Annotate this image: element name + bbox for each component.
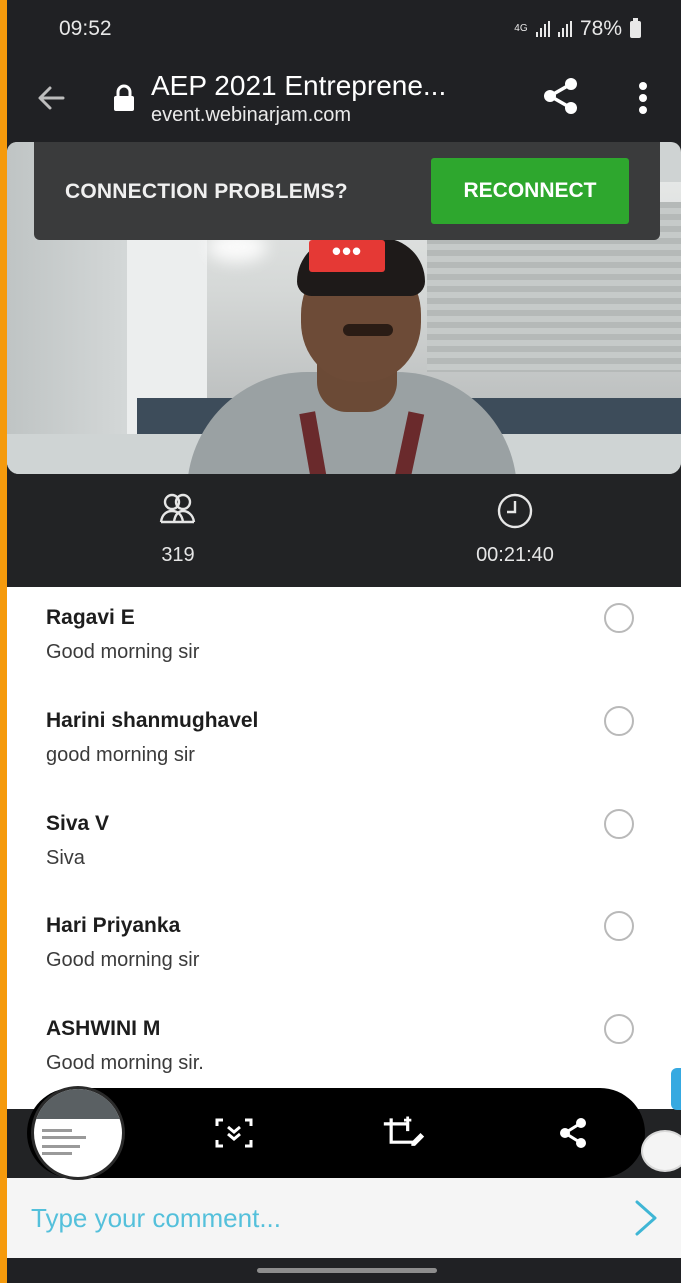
attendees-icon — [159, 493, 196, 524]
edge-panel-handle[interactable] — [671, 1068, 681, 1110]
comment-item: Hari Priyanka Good morning sir — [7, 895, 681, 998]
comment-select-radio[interactable] — [604, 911, 634, 941]
battery-level: 78% — [579, 17, 622, 40]
comment-select-radio[interactable] — [604, 706, 634, 736]
crop-edit-button[interactable] — [382, 1112, 426, 1154]
connection-problems-text: CONNECTION PROBLEMS? — [65, 180, 348, 203]
elapsed-time: 00:21:40 — [445, 492, 585, 567]
comment-author: Ragavi E — [46, 606, 135, 629]
viewer-count: 319 — [108, 492, 248, 567]
scroll-capture-icon — [215, 1118, 253, 1148]
share-icon[interactable] — [541, 76, 581, 116]
comment-text: Siva — [46, 847, 85, 869]
comment-input-bar — [7, 1178, 681, 1258]
comment-author: Siva V — [46, 812, 110, 835]
comment-text: good morning sir — [46, 744, 195, 766]
comment-input[interactable] — [31, 1196, 611, 1240]
screenshot-toolbar — [27, 1086, 645, 1180]
toolbar-share-button[interactable] — [551, 1112, 595, 1154]
comment-list[interactable]: Ragavi E Good morning sir Harini shanmug… — [7, 587, 681, 1109]
screenshot-thumbnail[interactable] — [31, 1086, 125, 1180]
scroll-capture-button[interactable] — [212, 1112, 256, 1154]
page-title[interactable]: AEP 2021 Entreprene... — [151, 70, 446, 102]
comment-item: Ragavi E Good morning sir — [7, 587, 681, 690]
elapsed-time-value: 00:21:40 — [476, 544, 554, 566]
comment-author: ASHWINI M — [46, 1017, 161, 1040]
comment-select-radio[interactable] — [604, 1014, 634, 1044]
browser-url-bar: AEP 2021 Entreprene... event.webinarjam.… — [7, 58, 681, 142]
signal-icon-2 — [557, 21, 572, 37]
viewer-count-value: 319 — [161, 544, 195, 566]
clock-icon — [497, 493, 533, 529]
battery-icon — [630, 17, 641, 38]
comment-text: Good morning sir. — [46, 1052, 204, 1074]
comment-select-radio[interactable] — [604, 603, 634, 633]
comment-item: Harini shanmughavel good morning sir — [7, 690, 681, 793]
network-type: 4G — [514, 23, 528, 34]
comment-text: Good morning sir — [46, 949, 200, 971]
comment-select-radio[interactable] — [604, 809, 634, 839]
status-indicators: 4G 78% — [514, 17, 641, 41]
send-icon[interactable] — [627, 1198, 663, 1238]
more-vert-icon[interactable] — [631, 78, 655, 118]
share-icon — [560, 1118, 586, 1148]
status-time: 09:52 — [59, 17, 112, 40]
signal-icon — [535, 21, 550, 37]
page-host[interactable]: event.webinarjam.com — [151, 104, 351, 127]
comment-author: Hari Priyanka — [46, 914, 181, 937]
connection-banner: CONNECTION PROBLEMS? RECONNECT — [34, 142, 660, 240]
comment-item: Siva V Siva — [7, 793, 681, 896]
back-arrow-icon[interactable] — [33, 78, 73, 118]
video-menu-button[interactable]: ••• — [309, 238, 385, 272]
crop-edit-icon — [383, 1116, 425, 1146]
comment-item: ASHWINI M Good morning sir. — [7, 998, 681, 1101]
reconnect-button[interactable]: RECONNECT — [431, 158, 629, 224]
home-gesture-handle[interactable] — [257, 1268, 437, 1273]
comment-text: Good morning sir — [46, 641, 200, 663]
system-nav-bar — [7, 1258, 681, 1283]
webinar-stats: 319 00:21:40 — [7, 474, 681, 587]
chat-bubble-icon[interactable] — [641, 1130, 681, 1172]
status-bar: 09:52 4G 78% — [7, 0, 681, 58]
lock-icon — [114, 84, 134, 111]
phone-screen: 09:52 4G 78% AEP 2021 Entreprene... even… — [7, 0, 681, 1283]
comment-author: Harini shanmughavel — [46, 709, 259, 732]
